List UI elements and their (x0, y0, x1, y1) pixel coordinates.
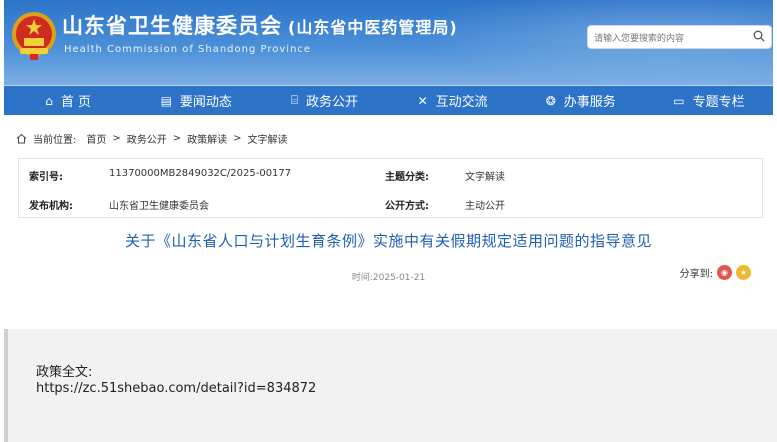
qzone-share-icon[interactable]: ★ (736, 265, 751, 280)
search-box (587, 25, 772, 49)
meta-row: 索引号: 11370000MB2849032C/2025-00177 主题分类:… (19, 159, 762, 188)
breadcrumb-prefix: 当前位置: (33, 135, 77, 146)
main-nav: ⌂ 首 页 ▤ 要闻动态 ⌸ 政务公开 ✕ 互动交流 ❂ 办事服务 ▭ 专题专栏 (4, 85, 773, 115)
nav-interaction[interactable]: ✕ 互动交流 (389, 86, 517, 115)
quote-label: 政策全文: (36, 365, 93, 380)
breadcrumb-policy[interactable]: 政策解读 (187, 131, 227, 146)
share-label: 分享到: (679, 269, 713, 280)
weibo-share-icon[interactable]: ◉ (717, 265, 732, 280)
share-bar: 分享到: ◉ ★ (680, 265, 751, 280)
article-area: 当前位置: 首页 > 政务公开 > 政策解读 > 文字解读 索引号: 11370… (4, 115, 773, 301)
topic-label: 主题分类: (385, 172, 429, 183)
nav-label: 专题专栏 (692, 95, 745, 110)
breadcrumb-separator: > (112, 133, 121, 144)
breadcrumb-separator: > (172, 133, 182, 144)
news-icon: ▤ (160, 93, 172, 108)
nav-label: 互动交流 (435, 95, 488, 110)
site-title-sub: (山东省中医药管理局) (288, 18, 458, 37)
home-icon: ⌂ (45, 93, 53, 108)
search-input[interactable] (588, 29, 744, 49)
mode-value: 主动公开 (465, 201, 505, 212)
breadcrumb-home[interactable]: 首页 (86, 131, 106, 146)
exchange-icon: ✕ (417, 93, 428, 108)
mode-label: 公开方式: (385, 201, 429, 212)
nav-label: 要闻动态 (179, 95, 232, 110)
breadcrumb: 当前位置: 首页 > 政务公开 > 政策解读 > 文字解读 (16, 131, 288, 146)
breadcrumb-affairs[interactable]: 政务公开 (127, 131, 167, 146)
building-icon: ⌸ (290, 93, 299, 107)
nav-label: 政务公开 (306, 95, 359, 110)
nav-label: 办事服务 (563, 95, 616, 110)
publisher-label: 发布机构: (29, 201, 73, 212)
site-title[interactable]: 山东省卫生健康委员会 (山东省中医药管理局) (62, 10, 458, 40)
meta-table: 索引号: 11370000MB2849032C/2025-00177 主题分类:… (18, 158, 763, 218)
nav-affairs[interactable]: ⌸ 政务公开 (260, 86, 388, 115)
publisher-value: 山东省卫生健康委员会 (109, 201, 209, 212)
breadcrumb-text[interactable]: 文字解读 (248, 131, 288, 146)
service-icon: ❂ (545, 93, 556, 108)
topic-value: 文字解读 (465, 172, 505, 183)
nav-label: 首 页 (60, 95, 91, 110)
home-icon (16, 133, 27, 144)
national-emblem-icon (12, 12, 56, 60)
breadcrumb-separator: > (233, 133, 242, 144)
quote-link[interactable]: https://zc.51shebao.com/detail?id=834872 (36, 381, 316, 396)
nav-service[interactable]: ❂ 办事服务 (517, 86, 645, 115)
nav-special[interactable]: ▭ 专题专栏 (645, 86, 773, 115)
nav-home[interactable]: ⌂ 首 页 (4, 86, 132, 115)
site-title-en: Health Commission of Shandong Province (64, 44, 312, 55)
site-title-cn: 山东省卫生健康委员会 (62, 14, 282, 38)
meta-row: 发布机构: 山东省卫生健康委员会 公开方式: 主动公开 (19, 188, 762, 217)
index-label: 索引号: (29, 172, 63, 183)
nav-news[interactable]: ▤ 要闻动态 (132, 86, 260, 115)
article-time: 时间:2025-01-21 (351, 273, 426, 283)
search-icon[interactable] (753, 30, 765, 42)
policy-quote: 政策全文: https://zc.51shebao.com/detail?id=… (4, 329, 777, 442)
site-header: 山东省卫生健康委员会 (山东省中医药管理局) Health Commission … (4, 0, 773, 86)
article-title: 关于《山东省人口与计划生育条例》实施中有关假期规定适用问题的指导意见 (124, 232, 652, 250)
column-icon: ▭ (673, 93, 685, 108)
index-value: 11370000MB2849032C/2025-00177 (109, 168, 292, 179)
